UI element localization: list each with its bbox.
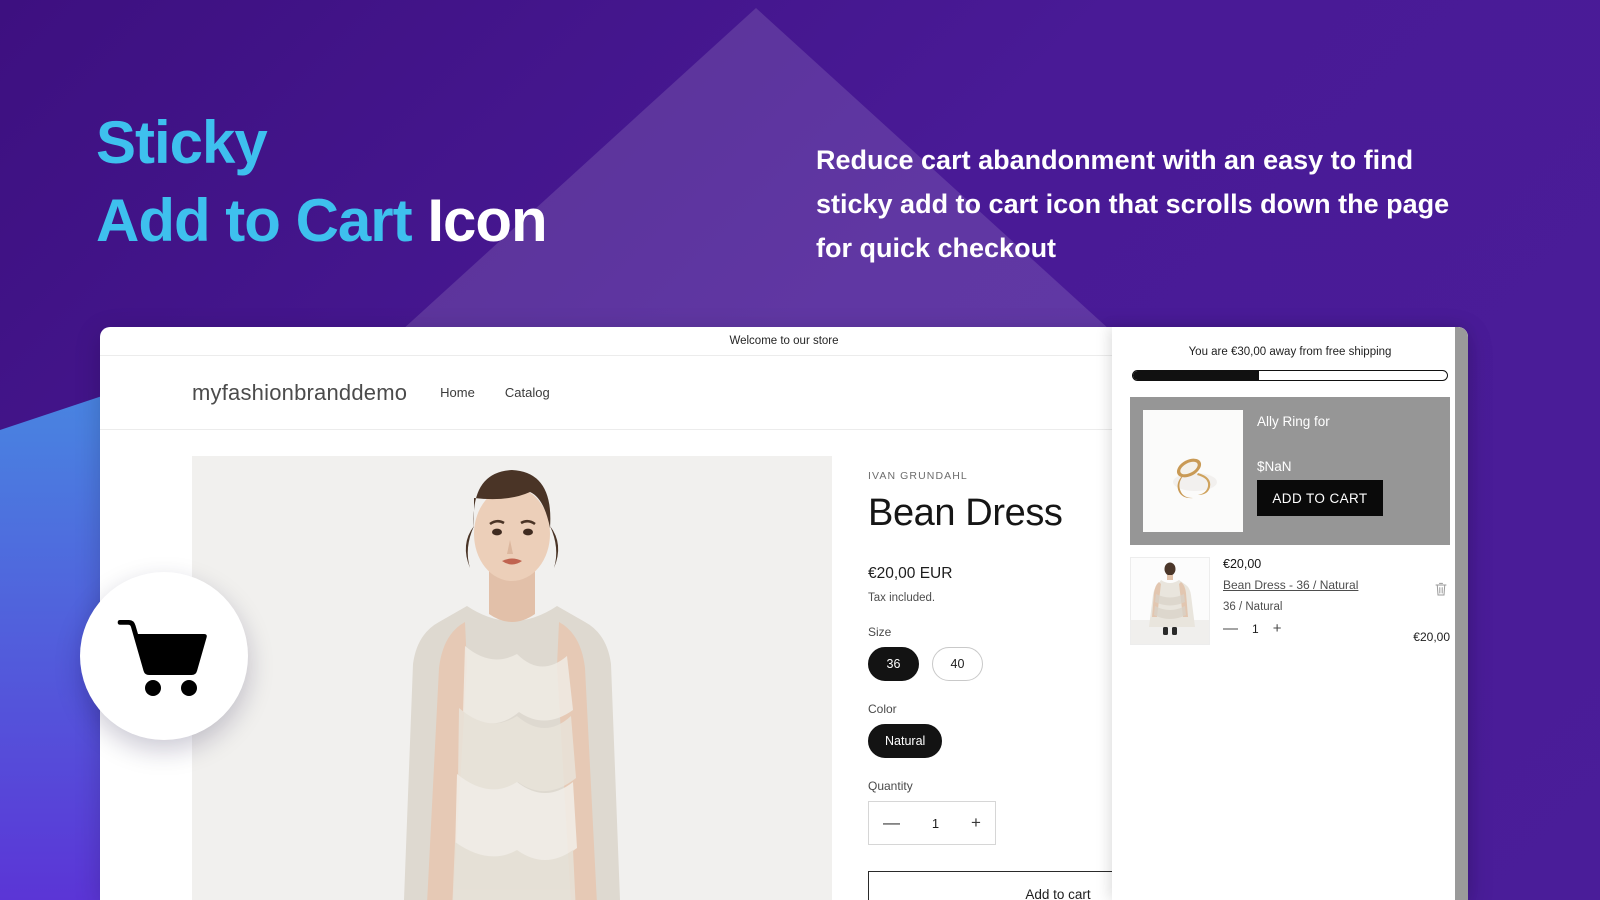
- upsell-price: $NaN: [1257, 459, 1292, 474]
- announcement-text: Welcome to our store: [729, 335, 839, 347]
- free-shipping-progress-bar: [1132, 370, 1448, 381]
- upsell-product-image[interactable]: [1143, 410, 1243, 532]
- cart-upsell-card: Ally Ring for $NaN ADD TO CART: [1130, 397, 1450, 545]
- cart-item-variant: 36 / Natural: [1223, 601, 1283, 613]
- free-shipping-progress-fill: [1133, 371, 1259, 380]
- promo-headline-accent: Add to Cart: [96, 187, 428, 254]
- cart-item-image[interactable]: [1130, 557, 1210, 645]
- upsell-add-to-cart-button[interactable]: ADD TO CART: [1257, 480, 1383, 516]
- cart-item-increase-button[interactable]: +: [1273, 620, 1282, 637]
- promo-headline-white: Icon: [427, 187, 547, 254]
- upsell-details: Ally Ring for $NaN ADD TO CART: [1257, 410, 1437, 532]
- promo-subcopy: Reduce cart abandonment with an easy to …: [816, 145, 1450, 263]
- nav-item-home[interactable]: Home: [440, 385, 475, 400]
- sticky-add-to-cart-button[interactable]: [80, 572, 248, 740]
- nav-item-catalog[interactable]: Catalog: [505, 385, 550, 400]
- promo-headline: Sticky Add to Cart Icon: [96, 104, 548, 260]
- cart-item-price: €20,00: [1223, 557, 1262, 571]
- product-image-gallery[interactable]: [192, 456, 832, 900]
- cart-drawer: You are €30,00 away from free shipping A…: [1112, 327, 1468, 900]
- size-option-40[interactable]: 40: [932, 647, 983, 681]
- upsell-title: Ally Ring for: [1257, 414, 1330, 429]
- cart-item-quantity-value[interactable]: 1: [1252, 622, 1259, 636]
- cart-item-decrease-button[interactable]: —: [1223, 620, 1238, 637]
- shopping-cart-icon: [117, 620, 207, 696]
- quantity-value[interactable]: 1: [932, 816, 939, 831]
- cart-item-line-total: €20,00: [1413, 630, 1450, 644]
- cart-drawer-scrollbar[interactable]: [1455, 327, 1468, 900]
- quantity-stepper[interactable]: — 1 +: [868, 801, 996, 845]
- cart-item-photo: [1131, 558, 1209, 644]
- product-photo-model: [347, 456, 677, 900]
- quantity-decrease-button[interactable]: —: [883, 813, 900, 833]
- quantity-increase-button[interactable]: +: [971, 813, 981, 833]
- free-shipping-message: You are €30,00 away from free shipping: [1188, 346, 1392, 358]
- trash-icon: [1435, 582, 1447, 596]
- cart-item-name-link[interactable]: Bean Dress - 36 / Natural: [1223, 578, 1358, 592]
- remove-item-button[interactable]: [1434, 581, 1448, 602]
- ring-photo: [1143, 410, 1243, 532]
- promo-headline-line1: Sticky: [96, 109, 268, 176]
- cart-line-item: €20,00 Bean Dress - 36 / Natural 36 / Na…: [1112, 545, 1468, 645]
- store-nav: Home Catalog: [440, 385, 550, 400]
- size-option-36[interactable]: 36: [868, 647, 919, 681]
- color-option-natural[interactable]: Natural: [868, 724, 943, 758]
- promo-headline-line2: Add to Cart Icon: [96, 182, 548, 260]
- store-logo[interactable]: myfashionbranddemo: [192, 380, 407, 406]
- cart-item-details: €20,00 Bean Dress - 36 / Natural 36 / Na…: [1223, 557, 1450, 645]
